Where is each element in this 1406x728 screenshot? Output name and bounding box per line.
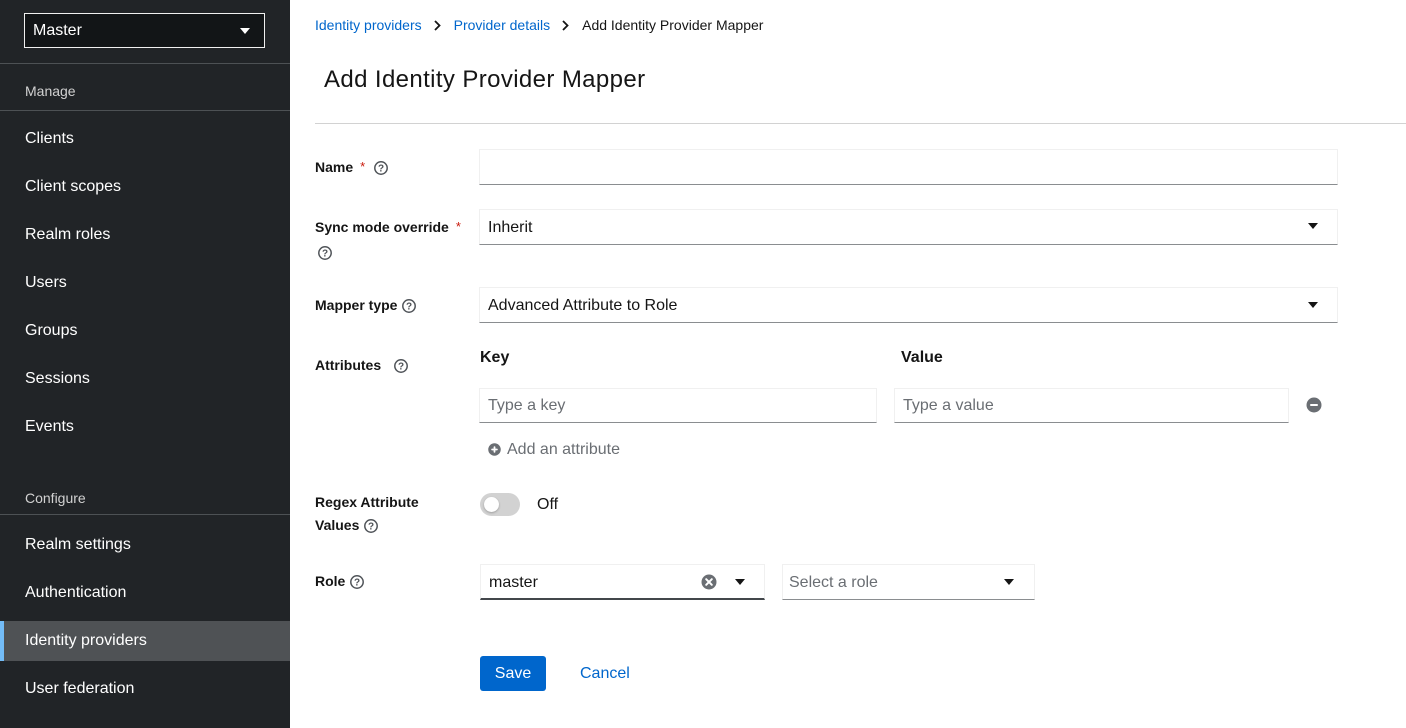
svg-text:?: ? [378, 163, 384, 174]
svg-text:?: ? [322, 248, 328, 259]
svg-text:?: ? [354, 577, 360, 588]
svg-text:?: ? [398, 361, 404, 372]
svg-text:?: ? [406, 301, 412, 312]
svg-text:?: ? [368, 521, 374, 532]
